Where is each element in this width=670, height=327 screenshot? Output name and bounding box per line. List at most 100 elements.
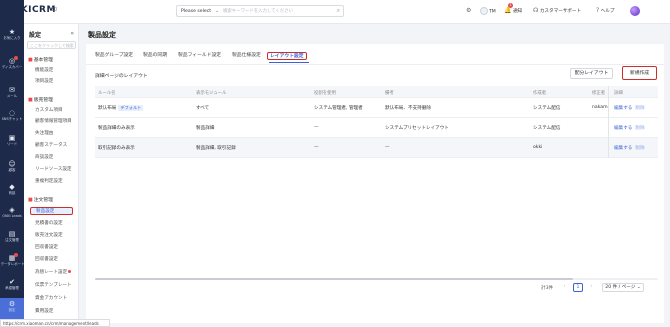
tab-product-groups[interactable]: 製品グループ設定 [95, 52, 133, 60]
cell-creator: システム配信 [533, 106, 561, 111]
cell-module: 製品詳細, 取引記録 [196, 146, 236, 151]
nav-leads[interactable]: ▣ リード [0, 132, 24, 154]
sidebar-item-receipt-settings-2[interactable]: 回収書設定 [35, 256, 58, 262]
nav-okki-leads[interactable]: ◈ OKKI Leads [0, 204, 24, 226]
col-creator[interactable]: 作成者 [533, 90, 546, 96]
cell-roles: — [314, 125, 319, 130]
cell-rule-name: 製品詳細のみ表示 [98, 126, 135, 131]
chat-icon: ◌ [8, 109, 16, 117]
pager-prev-button[interactable]: ‹ [560, 283, 569, 292]
cell-creator: okki [533, 145, 543, 150]
col-editor[interactable]: 修正者 [592, 90, 605, 96]
nav-badge [14, 56, 18, 60]
active-tab-indicator [269, 62, 309, 63]
group-icon: ■ [28, 97, 33, 103]
bell-icon: 🔔 1 [504, 3, 513, 14]
sticky-column-divider [608, 86, 609, 158]
sidebar-item-doc-templates[interactable]: 伝票テンプレート [35, 282, 72, 288]
collapse-icon[interactable]: « [70, 30, 74, 37]
nav-settings[interactable]: ⚙ 設定 [0, 298, 24, 320]
settings-gear-icon[interactable]: ⚙ [466, 7, 471, 14]
pager-next-button[interactable]: › [587, 283, 596, 292]
tab-layout-settings[interactable]: レイアウト設定 [267, 52, 307, 60]
edit-link[interactable]: 編集する [614, 146, 632, 151]
sidebar-item-quote-settings[interactable]: 見積書の設定 [35, 220, 63, 226]
sidebar-item-lead-source[interactable]: リードソース設定 [35, 166, 72, 172]
lead-icon: ▣ [8, 134, 16, 142]
nav-approvals[interactable]: ✔ 承認管理 [0, 276, 24, 298]
edit-link[interactable]: 編集する [614, 106, 632, 111]
sidebar-group-sales[interactable]: ■販売管理 [28, 96, 53, 103]
sidebar-item-product-settings[interactable]: 製品設定 [30, 207, 73, 215]
assign-layout-button[interactable]: 配分レイアウト [570, 68, 613, 79]
col-rule-name[interactable]: ルール名 [98, 90, 116, 96]
sidebar-item-field-settings[interactable]: 項目設定 [35, 78, 53, 84]
sidebar-group-basic[interactable]: ■基本管理 [28, 56, 53, 63]
tab-product-sync[interactable]: 製品の同期 [143, 52, 167, 60]
nav-customers[interactable]: ☺ 顧客 [0, 158, 24, 180]
tm-avatar [480, 7, 488, 15]
settings-icon: ⚙ [8, 300, 16, 308]
sidebar-item-customer-info[interactable]: 顧客情報管理項目 [35, 118, 72, 124]
sidebar-item-exchange-rate[interactable]: 為替レート設定 [35, 269, 72, 275]
cell-roles: — [314, 145, 319, 150]
nav-deals[interactable]: ◆ 商談 [0, 181, 24, 203]
notification-button[interactable]: 🔔 1 通知 [504, 3, 522, 14]
tab-product-specs[interactable]: 製品仕様設定 [232, 52, 261, 60]
search-input[interactable] [223, 8, 331, 15]
new-dot [68, 270, 72, 273]
nav-discover[interactable]: ◎ ディスカバー [0, 55, 24, 77]
help-button[interactable]: ? ヘルプ [596, 7, 614, 14]
customer-support-button[interactable]: ☊ カスタマーサポート [533, 7, 581, 14]
scrollbar-thumb[interactable] [95, 278, 573, 280]
sidebar-item-sales-order[interactable]: 販売注文設定 [35, 232, 63, 238]
cell-actions: 編集する 削除 [614, 145, 648, 151]
sidebar-item-fund-accounts[interactable]: 資金アカウント [35, 295, 67, 301]
edit-link[interactable]: 編集する [614, 126, 632, 131]
main-content: 製品設定 製品グループ設定 製品の同期 製品フィールド設定 製品仕様設定 レイア… [79, 24, 670, 327]
delete-link[interactable]: 削除 [635, 146, 644, 151]
col-roles[interactable]: 役割を使用 [314, 90, 336, 96]
leads-icon: ◈ [9, 206, 15, 214]
sidebar-item-customer-status[interactable]: 顧客ステータス [35, 142, 67, 148]
content-card: 製品グループ設定 製品の同期 製品フィールド設定 製品仕様設定 レイアウト設定 … [86, 44, 664, 323]
sidebar-item-feature-settings[interactable]: 機能設定 [35, 67, 53, 73]
nav-badge [14, 253, 18, 257]
delete-link[interactable]: 削除 [635, 126, 644, 131]
sidebar-item-custom-fields[interactable]: カスタム項目 [35, 107, 63, 113]
pager-page-1[interactable]: 1 [573, 283, 583, 292]
page-size-select[interactable]: 20 件 / ページ ⌄ [602, 283, 644, 292]
cell-actions: 編集する 削除 [614, 105, 648, 111]
tab-product-fields[interactable]: 製品フィールド設定 [178, 52, 221, 60]
help-icon: ? [596, 7, 600, 14]
headset-icon: ☊ [533, 7, 539, 14]
nav-sns-chat[interactable]: ◌ SNSチャット [0, 107, 24, 129]
sidebar-group-orders[interactable]: ■注文管理 [28, 196, 53, 203]
sidebar-item-expense-settings[interactable]: 費用設定 [35, 308, 53, 314]
sidebar-item-receipt-settings[interactable]: 回収書設定 [35, 244, 58, 250]
table-header: ルール名 表示モジュール 役割を使用 備考 作成者 修正者 詳細 [95, 86, 658, 98]
nav-favorites[interactable]: ★ お気に入り [0, 26, 24, 48]
chevron-down-icon[interactable]: ⌄ [215, 8, 219, 14]
group-icon: ■ [28, 57, 33, 63]
col-details[interactable]: 詳細 [614, 90, 623, 96]
user-avatar[interactable] [630, 6, 640, 16]
new-layout-button[interactable]: 新規作成 [622, 66, 657, 80]
search-icon[interactable]: ⌕ [337, 7, 340, 15]
sidebar-item-lost-reasons[interactable]: 失注理由 [35, 130, 53, 136]
col-notes[interactable]: 備考 [385, 90, 394, 96]
nav-mail[interactable]: ✉ メール [0, 84, 24, 106]
nav-reports[interactable]: ▦ データレポート [0, 252, 24, 274]
notification-badge: 1 [508, 3, 513, 8]
tabs-divider [86, 64, 664, 65]
horizontal-scrollbar[interactable] [95, 278, 658, 280]
col-display-module[interactable]: 表示モジュール [196, 90, 226, 96]
delete-link[interactable]: 削除 [635, 106, 644, 111]
tm-button[interactable]: TM [480, 7, 496, 15]
nav-orders[interactable]: ▤ 注文管理 [0, 228, 24, 250]
chevron-down-icon: ⌄ [636, 285, 641, 290]
sidebar-item-deal-settings[interactable]: 商談設定 [35, 154, 53, 160]
sidebar-search-input[interactable]: ここをクリックして検索 [27, 41, 76, 49]
sidebar-item-duplicate-check[interactable]: 重複判定設定 [35, 178, 63, 184]
search-scope-select[interactable]: Please select [181, 9, 211, 14]
